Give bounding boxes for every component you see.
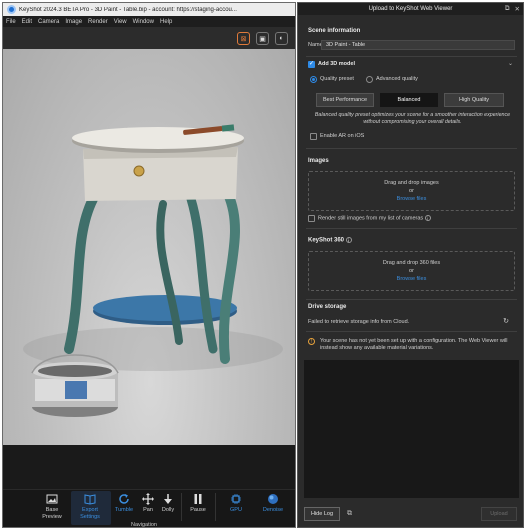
keyshot360-heading-text: KeyShot 360 — [308, 237, 345, 244]
info-icon[interactable]: i — [345, 237, 352, 243]
main-menu-bar: File Edit Camera Image Render View Windo… — [3, 16, 295, 27]
enable-ar-checkbox[interactable] — [310, 133, 317, 140]
tumble-button[interactable]: Tumble — [111, 493, 137, 514]
menu-image[interactable]: Image — [65, 19, 82, 25]
upload-button[interactable]: Upload — [481, 507, 517, 521]
menu-view[interactable]: View — [114, 19, 127, 25]
popout-log-icon[interactable]: ⧉ — [347, 510, 352, 518]
sphere-icon — [268, 494, 278, 504]
image-icon — [46, 494, 58, 504]
add-3d-model-checkbox[interactable] — [308, 60, 315, 68]
menu-window[interactable]: Window — [133, 19, 154, 25]
pan-label: Pan — [143, 507, 153, 513]
main-window-title: KeyShot 2024.3 BETA Pro - 3D Paint - Tab… — [19, 6, 237, 13]
preset-balanced[interactable]: Balanced — [380, 93, 438, 107]
keyshot360-browse-link[interactable]: Browse files — [309, 275, 514, 283]
advanced-quality-radio[interactable] — [366, 76, 373, 83]
images-or-text: or — [409, 188, 414, 194]
upload-panel-title: Upload to KeyShot Web Viewer — [368, 6, 453, 12]
pause-icon — [194, 494, 202, 504]
pause-button[interactable]: Pause — [185, 493, 211, 514]
ribbon-separator — [215, 493, 216, 521]
chip-icon — [231, 494, 241, 504]
preset-high-quality[interactable]: High Quality — [444, 93, 504, 107]
upload-panel-footer: Hide Log ⧉ Upload — [298, 503, 523, 527]
drive-storage-error: Failed to retrieve storage info from Clo… — [308, 319, 410, 325]
denoise-button[interactable]: Denoise — [260, 493, 286, 514]
menu-file[interactable]: File — [6, 19, 16, 25]
render-scene-image — [23, 124, 283, 417]
ribbon-separator — [181, 493, 182, 521]
dolly-label: Dolly — [161, 507, 175, 513]
menu-edit[interactable]: Edit — [22, 19, 32, 25]
render-still-label: Render still images from my list of came… — [318, 215, 431, 221]
upload-panel-title-bar: Upload to KeyShot Web Viewer ⧉ ✕ — [298, 3, 523, 15]
add-3d-model-label: Add 3D model — [318, 61, 355, 67]
gpu-label: GPU — [230, 507, 242, 513]
configuration-warning-text: Your scene has not yet been set up with … — [320, 338, 508, 351]
keyshot-main-window: KeyShot 2024.3 BETA Pro - 3D Paint - Tab… — [2, 2, 296, 528]
bottom-ribbon: Base Preview Export Settings Tumble Pan … — [3, 445, 295, 528]
divider — [306, 331, 517, 332]
close-icon[interactable]: ✕ — [515, 5, 520, 13]
log-area — [304, 360, 519, 498]
images-drop-text: Drag and drop images — [384, 180, 439, 186]
keyshot360-dropzone[interactable]: Drag and drop 360 files or Browse files — [308, 251, 515, 291]
keyshot-logo-icon — [7, 5, 16, 14]
base-preview-label: Base Preview — [42, 507, 62, 520]
region-render-icon[interactable]: ▣ — [256, 32, 269, 45]
preset-best-performance[interactable]: Best Performance — [316, 93, 374, 107]
warning-icon: ! — [308, 338, 315, 345]
book-icon — [84, 494, 96, 505]
menu-render[interactable]: Render — [88, 19, 108, 25]
navigation-group-label: Navigation — [131, 522, 157, 528]
keyshot360-or-text: or — [409, 268, 414, 274]
upload-panel: Upload to KeyShot Web Viewer ⧉ ✕ Scene i… — [297, 2, 524, 528]
preset-hint-text: Balanced quality preset optimizes your s… — [314, 112, 511, 125]
base-preview-button[interactable]: Base Preview — [39, 493, 65, 521]
scene-name-field[interactable]: 3D Paint - Table — [321, 40, 515, 50]
pause-label: Pause — [190, 507, 206, 513]
keyshot360-drop-text: Drag and drop 360 files — [382, 260, 441, 266]
enable-ar-label: Enable AR on iOS — [320, 133, 365, 139]
render-still-text: Render still images from my list of came… — [318, 215, 424, 222]
divider — [306, 228, 517, 229]
dolly-button[interactable]: Dolly — [155, 493, 181, 514]
quality-preset-label: Quality preset — [320, 76, 354, 82]
refresh-icon — [119, 494, 129, 504]
main-title-bar: KeyShot 2024.3 BETA Pro - 3D Paint - Tab… — [3, 3, 295, 16]
render-still-checkbox[interactable] — [308, 215, 315, 222]
divider — [306, 56, 517, 57]
export-settings-button[interactable]: Export Settings — [77, 493, 103, 521]
scene-information-heading: Scene information — [308, 28, 361, 34]
denoise-label: Denoise — [262, 507, 284, 513]
divider — [306, 148, 517, 149]
quality-preset-radio[interactable] — [310, 76, 317, 83]
viewport-toolbar: ⊠ ▣ ◐ — [3, 27, 295, 49]
tumble-label: Tumble — [114, 507, 134, 513]
move-icon — [142, 493, 154, 505]
drive-storage-heading: Drive storage — [308, 304, 347, 310]
lock-camera-icon[interactable]: ⊠ — [237, 32, 250, 45]
render-viewport[interactable]: ⊠ ▣ ◐ — [3, 27, 295, 445]
lighting-sphere-icon[interactable]: ◐ — [275, 32, 288, 45]
menu-help[interactable]: Help — [160, 19, 172, 25]
divider — [306, 299, 517, 300]
info-icon[interactable]: i — [424, 215, 431, 221]
images-heading: Images — [308, 158, 329, 164]
keyshot360-heading: KeyShot 360 i — [308, 237, 352, 244]
popout-icon[interactable]: ⧉ — [505, 5, 510, 13]
images-dropzone[interactable]: Drag and drop images or Browse files — [308, 171, 515, 211]
title-bar-controls: ⧉ ✕ — [505, 5, 520, 13]
hide-log-button[interactable]: Hide Log — [304, 507, 340, 521]
arrow-down-icon — [164, 494, 172, 504]
menu-camera[interactable]: Camera — [38, 19, 59, 25]
advanced-quality-label: Advanced quality — [376, 76, 418, 82]
chevron-down-icon[interactable]: ⌄ — [508, 60, 513, 67]
gpu-button[interactable]: GPU — [223, 493, 249, 514]
refresh-icon[interactable]: ↻ — [503, 317, 509, 325]
export-settings-label: Export Settings — [80, 507, 100, 520]
images-browse-link[interactable]: Browse files — [309, 195, 514, 203]
